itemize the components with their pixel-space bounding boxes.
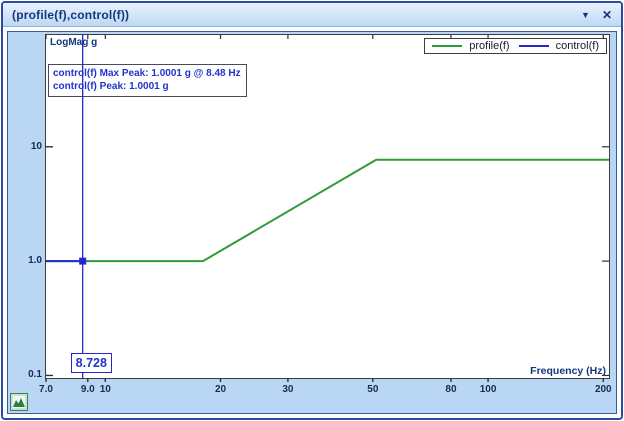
profile-line-swatch: [432, 45, 462, 47]
x-tick-label: 20: [204, 384, 238, 395]
x-tick-label: 100: [471, 384, 505, 395]
x-tick-label: 7.0: [29, 384, 63, 395]
y-tick-label: 10: [12, 141, 42, 152]
close-icon[interactable]: ✕: [602, 8, 612, 22]
x-tick-label: 50: [356, 384, 390, 395]
chart-thumbnail-icon[interactable]: [10, 393, 28, 411]
chevron-down-icon[interactable]: ▼: [581, 10, 590, 20]
legend-item-profile: profile(f): [432, 40, 509, 52]
chart-svg: [46, 35, 609, 378]
x-tick-label: 30: [271, 384, 305, 395]
x-tick-label: 10: [88, 384, 122, 395]
legend-label-control: control(f): [556, 40, 599, 52]
cursor-readout[interactable]: 8.728: [71, 353, 112, 373]
y-tick-label: 0.1: [12, 369, 42, 380]
plot-area[interactable]: LogMag g profile(f) control(f) control(f…: [45, 34, 610, 379]
profile-trace: [46, 160, 609, 261]
legend-label-profile: profile(f): [469, 40, 509, 52]
window-title: (profile(f),control(f)): [12, 8, 129, 22]
x-tick-label: 200: [586, 384, 620, 395]
legend-item-control: control(f): [519, 40, 599, 52]
frequency-axis-label: Frequency (Hz): [530, 365, 606, 377]
plot-panel: LogMag g profile(f) control(f) control(f…: [7, 31, 617, 414]
plot-window: (profile(f),control(f)) ▼ ✕ LogMag g pro…: [1, 1, 623, 420]
logmag-axis-label: LogMag g: [50, 37, 97, 48]
cursor-marker[interactable]: [79, 258, 86, 265]
control-line-swatch: [519, 45, 549, 47]
legend: profile(f) control(f): [424, 38, 607, 54]
x-tick-label: 80: [434, 384, 468, 395]
window-body: LogMag g profile(f) control(f) control(f…: [3, 27, 621, 418]
window-titlebar[interactable]: (profile(f),control(f)) ▼ ✕: [3, 3, 621, 27]
y-tick-label: 1.0: [12, 255, 42, 266]
